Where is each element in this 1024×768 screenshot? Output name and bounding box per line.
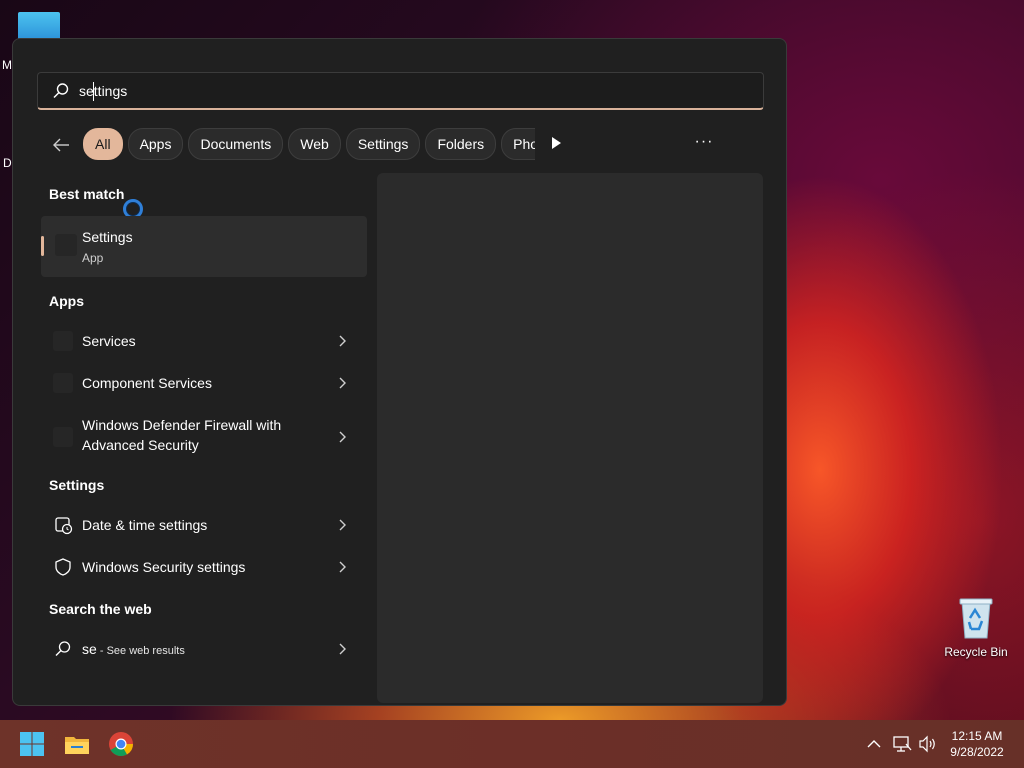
services-app-icon [53, 331, 73, 351]
start-search-panel: settings All Apps Documents Web Settings Fold… [12, 38, 787, 706]
list-item-date-time-settings[interactable]: Date & time settings [41, 505, 367, 545]
settings-heading: Settings [49, 477, 105, 493]
filter-folders[interactable]: Folders [425, 128, 497, 160]
volume-icon[interactable] [918, 734, 938, 754]
apps-heading: Apps [49, 293, 84, 309]
taskbar-clock[interactable]: 12:15 AM 9/28/2022 [940, 728, 1014, 760]
clock-time: 12:15 AM [951, 729, 1003, 743]
best-match-item[interactable]: Settings App [41, 216, 367, 277]
component-services-app-icon [53, 373, 73, 393]
search-input[interactable]: settings [79, 83, 127, 99]
text-caret [93, 82, 94, 101]
search-icon [53, 83, 69, 99]
desktop-label-fragment: D [3, 156, 12, 170]
more-options-button[interactable]: ··· [689, 131, 719, 155]
filter-apps[interactable]: Apps [127, 128, 184, 160]
list-item-label-line2: Advanced Security [82, 437, 199, 453]
clock-icon [55, 517, 73, 535]
preview-pane [377, 173, 763, 703]
list-item-defender-firewall[interactable]: Windows Defender Firewall with Advanced … [41, 415, 367, 459]
scroll-filters-right-icon[interactable] [550, 136, 562, 150]
list-item-label: Services [82, 333, 136, 349]
chevron-right-icon[interactable] [337, 560, 347, 574]
filter-documents[interactable]: Documents [188, 128, 284, 160]
recycle-bin-icon [959, 598, 993, 639]
chevron-right-icon[interactable] [337, 642, 347, 656]
list-item-label: se - See web results [82, 641, 185, 657]
firewall-app-icon [53, 427, 73, 447]
filter-all[interactable]: All [83, 128, 123, 160]
recycle-bin-desktop-icon[interactable]: Recycle Bin [940, 596, 1012, 659]
best-match-subtitle: App [82, 251, 104, 265]
file-explorer-icon[interactable] [63, 730, 91, 758]
clock-date: 9/28/2022 [950, 745, 1004, 759]
network-icon[interactable] [892, 734, 912, 754]
selection-accent [41, 236, 44, 256]
desktop-label-fragment: M [2, 58, 12, 72]
list-item-web-results[interactable]: se - See web results [41, 629, 367, 669]
filter-chips: AllAppsDocumentsWebSettingsFoldersPhotos [83, 128, 535, 160]
windows-start-icon[interactable] [18, 730, 46, 758]
list-item-label: Windows Security settings [82, 559, 246, 575]
recycle-bin-label: Recycle Bin [944, 645, 1008, 659]
settings-app-icon [55, 234, 77, 256]
back-arrow-icon[interactable] [51, 135, 71, 155]
chrome-icon[interactable] [107, 730, 135, 758]
list-item-services[interactable]: Services [41, 321, 367, 361]
list-item-label: Component Services [82, 375, 212, 391]
filter-web[interactable]: Web [288, 128, 341, 160]
chevron-right-icon[interactable] [337, 430, 347, 444]
chevron-up-icon[interactable] [866, 734, 882, 754]
chevron-right-icon[interactable] [337, 376, 347, 390]
search-web-heading: Search the web [49, 601, 152, 617]
filter-photos[interactable]: Photos [501, 128, 535, 160]
best-match-heading: Best match [49, 186, 125, 202]
web-query-suffix: - See web results [96, 645, 185, 657]
best-match-title: Settings [82, 229, 133, 245]
list-item-label-line1: Windows Defender Firewall with [82, 417, 282, 433]
shield-icon [55, 558, 71, 576]
list-item-windows-security-settings[interactable]: Windows Security settings [41, 547, 367, 587]
list-item-component-services[interactable]: Component Services [41, 363, 367, 403]
chevron-right-icon[interactable] [337, 334, 347, 348]
taskbar: 12:15 AM 9/28/2022 [0, 720, 1024, 768]
search-icon [55, 641, 71, 656]
chevron-right-icon[interactable] [337, 518, 347, 532]
filter-settings[interactable]: Settings [345, 128, 421, 160]
list-item-label: Windows Defender Firewall with Advanced … [82, 415, 281, 455]
web-query: se [82, 641, 97, 657]
search-box[interactable]: settings [37, 72, 764, 110]
list-item-label: Date & time settings [82, 517, 208, 533]
